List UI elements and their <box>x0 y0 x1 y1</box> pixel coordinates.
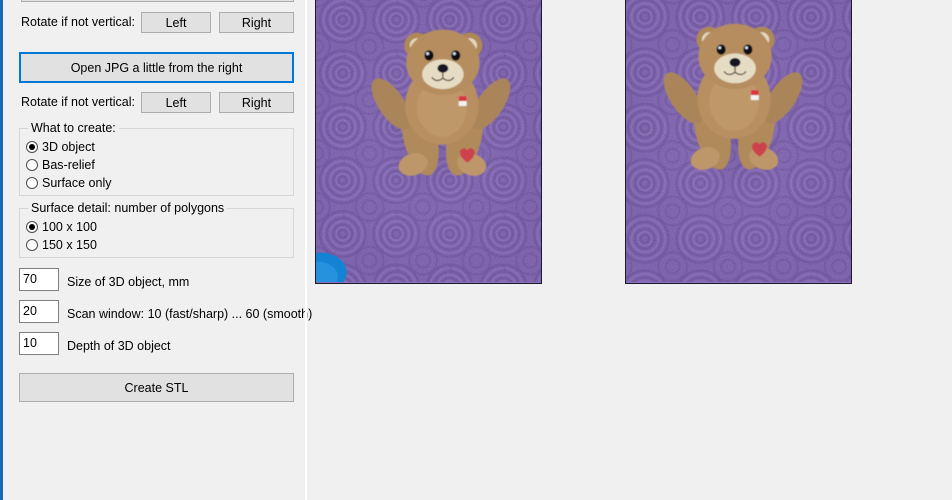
scan-window-input[interactable]: 20 <box>19 300 59 323</box>
left-control-panel: Rotate if not vertical: Left Right Open … <box>0 0 312 500</box>
radio-label: Surface only <box>42 176 112 190</box>
radio-dot-icon <box>26 141 38 153</box>
teddy-bear-photo-2-graphic <box>626 0 851 283</box>
surface-detail-group: Surface detail: number of polygons 100 x… <box>19 201 294 258</box>
radio-100x100[interactable]: 100 x 100 <box>26 220 97 234</box>
partial-top-button[interactable] <box>21 0 294 2</box>
radio-150x150[interactable]: 150 x 150 <box>26 238 97 252</box>
radio-dot-icon <box>26 177 38 189</box>
radio-bas-relief[interactable]: Bas-relief <box>26 158 95 172</box>
surface-detail-title: Surface detail: number of polygons <box>28 201 228 215</box>
teddy-bear-photo-1-graphic <box>316 0 541 283</box>
radio-3d-object[interactable]: 3D object <box>26 140 95 154</box>
radio-dot-icon <box>26 159 38 171</box>
panel-divider <box>305 0 307 500</box>
rotate-right-button-2[interactable]: Right <box>219 92 294 113</box>
radio-label: 3D object <box>42 140 95 154</box>
radio-dot-icon <box>26 239 38 251</box>
rotate-left-button-1[interactable]: Left <box>141 12 211 33</box>
preview-image-2[interactable] <box>625 0 852 284</box>
what-to-create-group: What to create: 3D object Bas-relief Sur… <box>19 121 294 196</box>
rotate-label-1: Rotate if not vertical: <box>21 15 135 29</box>
open-jpg-button[interactable]: Open JPG a little from the right <box>19 52 294 83</box>
scan-window-label: Scan window: 10 (fast/sharp) ... 60 (smo… <box>67 307 313 321</box>
size-of-3d-object-label: Size of 3D object, mm <box>67 275 190 289</box>
application-window: Rotate if not vertical: Left Right Open … <box>0 0 952 500</box>
what-to-create-title: What to create: <box>28 121 119 135</box>
create-stl-button[interactable]: Create STL <box>19 373 294 402</box>
rotate-right-button-1[interactable]: Right <box>219 12 294 33</box>
rotate-left-button-2[interactable]: Left <box>141 92 211 113</box>
radio-label: Bas-relief <box>42 158 95 172</box>
radio-label: 150 x 150 <box>42 238 97 252</box>
preview-image-1[interactable] <box>315 0 542 284</box>
rotate-label-2: Rotate if not vertical: <box>21 95 135 109</box>
radio-surface-only[interactable]: Surface only <box>26 176 111 190</box>
depth-of-3d-object-label: Depth of 3D object <box>67 339 171 353</box>
depth-of-3d-object-input[interactable]: 10 <box>19 332 59 355</box>
size-of-3d-object-input[interactable]: 70 <box>19 268 59 291</box>
radio-label: 100 x 100 <box>42 220 97 234</box>
radio-dot-icon <box>26 221 38 233</box>
